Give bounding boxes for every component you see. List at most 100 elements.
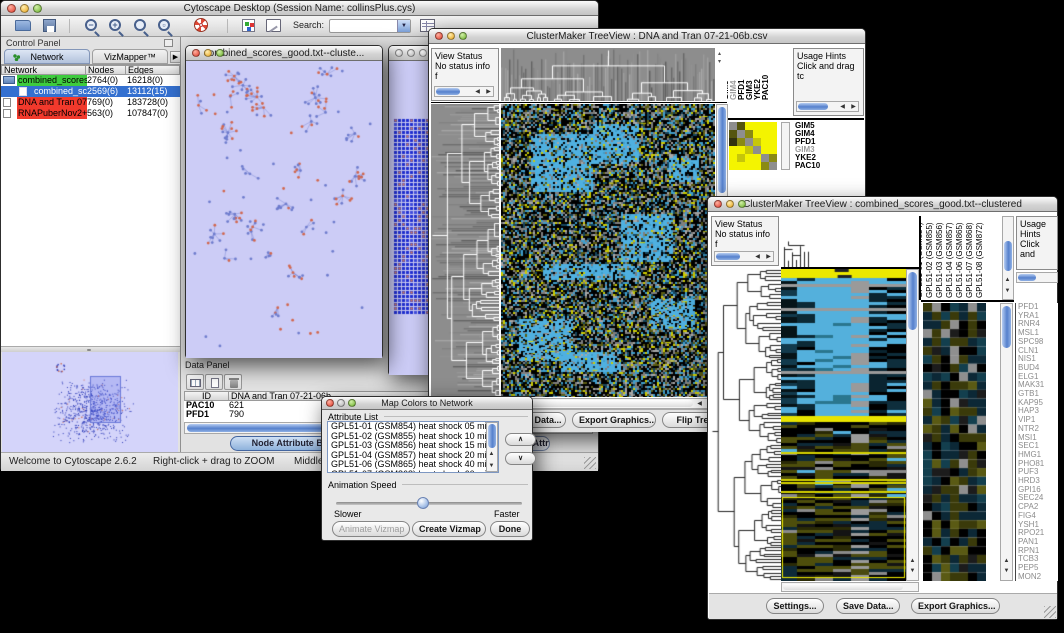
matrix-cell[interactable] — [745, 154, 753, 162]
column-labels[interactable]: GIM5GIM4PFD1GIM3YKE2PAC10 — [727, 48, 779, 101]
matrix-cell[interactable] — [761, 130, 769, 138]
gene-list-vscrollbar[interactable]: ▲ ▼ — [1000, 303, 1013, 581]
matrix-cell[interactable] — [729, 154, 737, 162]
treeview-bottom-titlebar[interactable]: ClusterMaker TreeView : combined_scores_… — [708, 197, 1057, 212]
vizmapper-icon[interactable] — [242, 19, 255, 32]
usage-hints-hscrollbar[interactable]: ◀▶ — [796, 101, 859, 112]
zoom-window-icon[interactable] — [33, 4, 42, 13]
attribute-list-vscrollbar[interactable]: ▲ ▼ — [486, 422, 498, 472]
network-row[interactable]: combined_sco2569(6)13112(15) — [1, 86, 180, 97]
zoom-window-icon[interactable] — [216, 49, 224, 57]
column-labels-vscrollbar[interactable]: ▲ ▼ — [1002, 216, 1014, 300]
close-icon[interactable] — [714, 200, 722, 208]
matrix-cell[interactable] — [769, 162, 777, 170]
matrix-cell[interactable] — [761, 162, 769, 170]
minimize-icon[interactable] — [204, 49, 212, 57]
matrix-row-labels[interactable]: GIM5GIM4PFD1GIM3YKE2PAC10 — [795, 122, 861, 170]
scroll-up-icon[interactable]: ▲ — [908, 558, 917, 565]
float-panel-icon[interactable] — [164, 39, 173, 47]
scroll-left-icon[interactable]: ◀ — [695, 401, 704, 408]
network-row[interactable]: RNAPuberNov2+563(0)107847(0) — [1, 108, 180, 119]
treeview-button[interactable]: Export Graphics... — [572, 412, 656, 428]
speed-slider-thumb[interactable] — [417, 497, 429, 509]
scroll-up-icon[interactable]: ▲ — [1003, 277, 1012, 284]
matrix-cell[interactable] — [761, 138, 769, 146]
matrix-cell[interactable] — [745, 138, 753, 146]
matrix-row-label[interactable]: PAC10 — [795, 162, 861, 170]
matrix-cell[interactable] — [769, 146, 777, 154]
column-label[interactable]: GPL51-06 (GSM865) — [956, 222, 964, 298]
column-dendrogram-canvas[interactable] — [782, 235, 818, 267]
scroll-down-icon[interactable]: ▼ — [908, 568, 917, 575]
gene-label-list[interactable]: PFD1YRA1RNR4MSL1SPC98CLN1NIS1BUD4ELG1MAK… — [1015, 303, 1058, 581]
matrix-cell[interactable] — [769, 130, 777, 138]
column-label[interactable]: GPL51-02 (GSM855) — [926, 222, 934, 298]
zoom-window-icon[interactable] — [738, 200, 746, 208]
column-label[interactable]: GPL51-04 (GSM857) — [946, 222, 954, 298]
network-row[interactable]: combined_scores2764(0)16218(0) — [1, 75, 180, 86]
scroll-down-icon[interactable]: ▼ — [1002, 568, 1011, 575]
usage-hints-hscrollbar[interactable] — [1016, 272, 1058, 283]
minimize-icon[interactable] — [407, 49, 415, 57]
attribute-list[interactable]: GPL51-01 (GSM854) heat shock 05 minGPL51… — [327, 421, 499, 473]
row-dendrogram-canvas[interactable] — [711, 269, 781, 581]
matrix-cell[interactable] — [745, 122, 753, 130]
scroll-thumb[interactable] — [908, 272, 917, 330]
matrix-cell[interactable] — [769, 154, 777, 162]
heatmap-hscrollbar[interactable] — [781, 582, 919, 592]
network-view-canvas[interactable] — [186, 61, 382, 358]
matrix-cell[interactable] — [729, 130, 737, 138]
col-header-nodes[interactable]: Nodes — [86, 65, 126, 75]
network-row[interactable]: DNA and Tran 07769(0)183728(0) — [1, 97, 180, 108]
scroll-left-icon[interactable]: ◀ — [838, 104, 847, 111]
attribute-select-icon[interactable] — [186, 374, 204, 390]
column-labels[interactable]: GPL51-01 (GSM854)GPL51-02 (GSM855) GPL51-… — [921, 216, 1000, 299]
move-up-button[interactable]: ∧ — [505, 433, 536, 446]
treeview-button[interactable]: Export Graphics... — [911, 598, 1000, 614]
resize-grip[interactable] — [584, 457, 596, 469]
row-dendrogram-canvas[interactable] — [431, 104, 499, 397]
matrix-cell[interactable] — [729, 122, 737, 130]
heatmap-canvas[interactable] — [501, 104, 715, 397]
minimize-icon[interactable] — [20, 4, 29, 13]
dialog-button[interactable]: Done — [490, 521, 530, 537]
zoom-out-icon[interactable]: − — [85, 19, 97, 31]
scroll-thumb[interactable] — [1004, 241, 1012, 271]
matrix-cell[interactable] — [753, 130, 761, 138]
matrix-cell[interactable] — [737, 162, 745, 170]
close-icon[interactable] — [192, 49, 200, 57]
matrix-cell[interactable] — [753, 146, 761, 154]
scroll-left-icon[interactable]: ◀ — [753, 254, 762, 261]
search-input[interactable]: ▼ — [329, 19, 411, 33]
column-label[interactable]: GPL51-08 (GSM872) — [976, 222, 984, 298]
close-icon[interactable] — [326, 399, 334, 407]
save-icon[interactable] — [43, 19, 56, 32]
new-attribute-icon[interactable] — [205, 374, 223, 390]
matrix-cell[interactable] — [753, 162, 761, 170]
scroll-up-icon[interactable]: ▲ — [487, 451, 496, 458]
matrix-cell[interactable] — [761, 122, 769, 130]
matrix-cell[interactable] — [737, 154, 745, 162]
matrix-cell[interactable] — [745, 146, 753, 154]
scroll-up-icon[interactable]: ▲ — [1002, 558, 1011, 565]
network-overview-canvas[interactable] — [2, 352, 178, 452]
scroll-thumb[interactable] — [716, 253, 740, 260]
scroll-down-icon[interactable]: ▼ — [487, 463, 496, 470]
matrix-cell[interactable] — [729, 146, 737, 154]
view-status-hscrollbar[interactable]: ◀▶ — [434, 86, 494, 97]
zoom-window-icon[interactable] — [348, 399, 356, 407]
correlation-matrix[interactable] — [729, 122, 777, 170]
heatmap-canvas[interactable] — [781, 269, 906, 581]
scroll-thumb[interactable] — [1018, 274, 1036, 281]
scroll-right-icon[interactable]: ▶ — [849, 104, 858, 111]
column-dendrogram-canvas[interactable] — [501, 48, 715, 101]
matrix-cell[interactable] — [737, 130, 745, 138]
matrix-cell[interactable] — [761, 146, 769, 154]
heatmap-vscrollbar[interactable]: ▲ ▼ — [906, 269, 919, 581]
matrix-cell[interactable] — [753, 122, 761, 130]
column-label[interactable]: PAC10 — [762, 75, 770, 100]
close-icon[interactable] — [7, 4, 16, 13]
column-label[interactable]: GPL51-01 (GSM854) — [921, 222, 924, 298]
scroll-thumb[interactable] — [798, 103, 828, 110]
attribute-list-item[interactable]: GPL51-07 (GSM868) heat shock 60 min — [331, 470, 498, 474]
